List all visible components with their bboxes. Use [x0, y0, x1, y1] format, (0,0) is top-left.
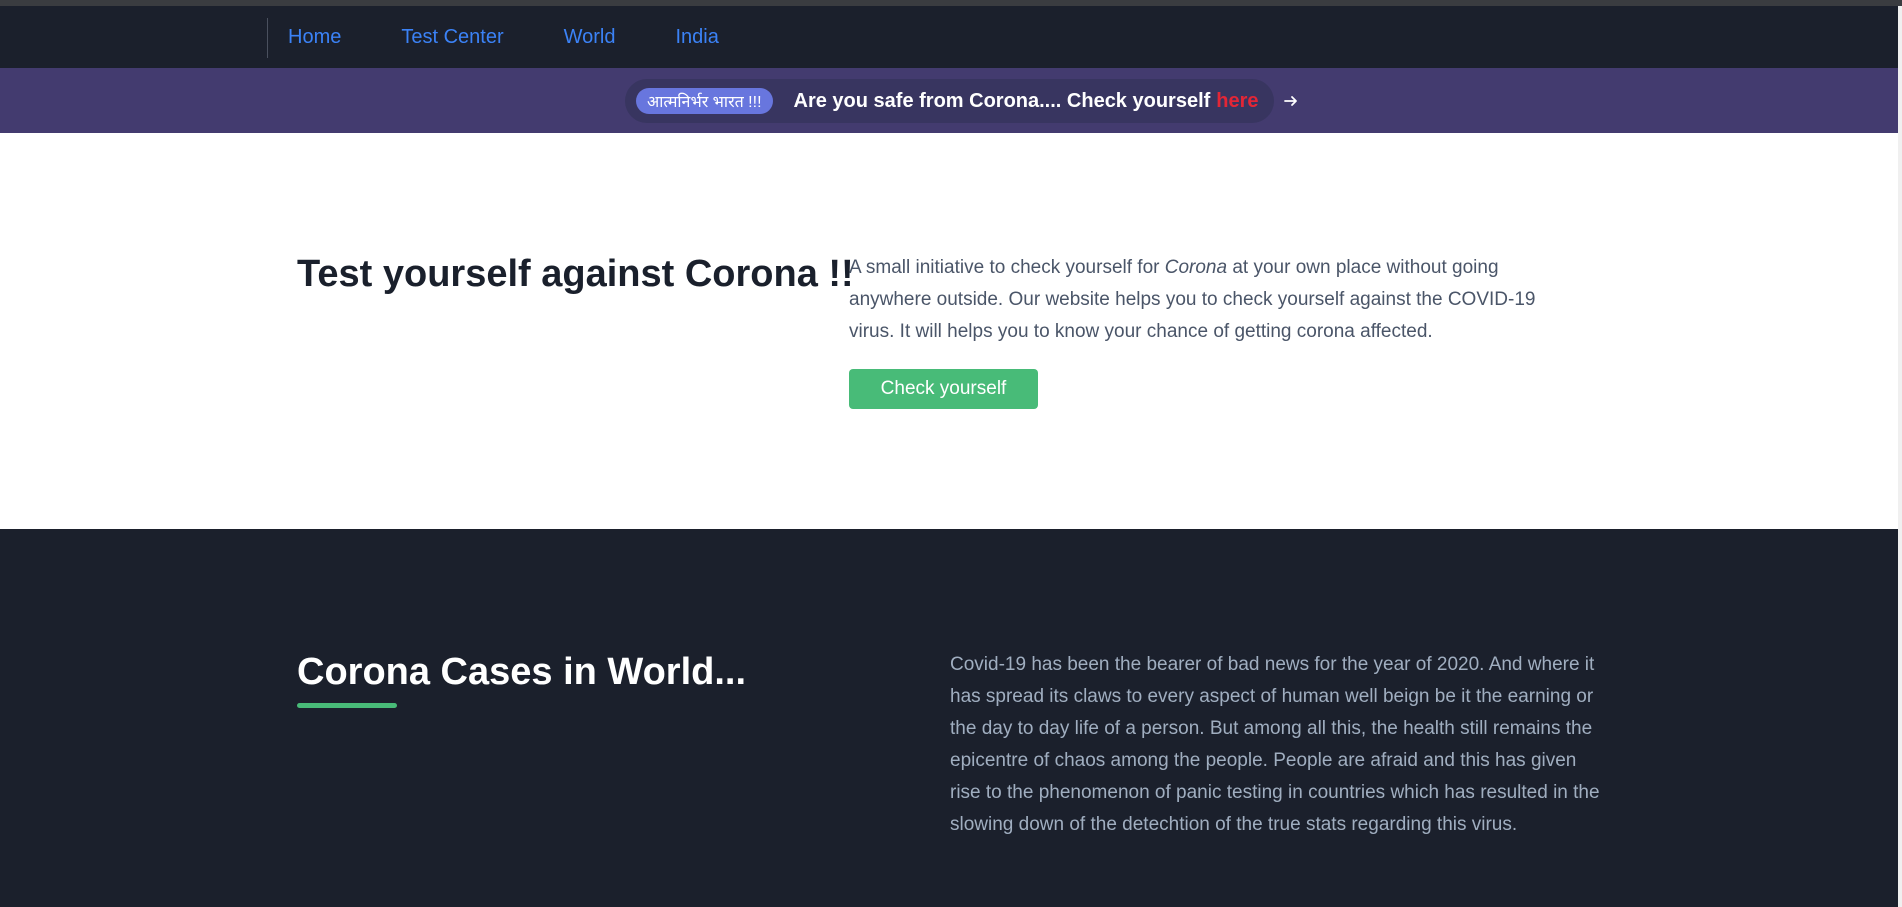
hero-description: A small initiative to check yourself for… [849, 252, 1569, 348]
title-underline [297, 703, 397, 708]
nav-links: Home Test Center World India [288, 6, 719, 68]
nav-link-home[interactable]: Home [288, 26, 341, 49]
announcement-text: Are you safe from Corona.... Check yours… [793, 89, 1211, 112]
announcement-banner: आत्मनिर्भर भारत !!! Are you safe from Co… [0, 68, 1898, 133]
navbar: Home Test Center World India [0, 6, 1898, 68]
page: Home Test Center World India आत्मनिर्भर … [0, 0, 1902, 907]
hero-description-start: A small initiative to check yourself for [849, 257, 1165, 278]
scrollbar-gutter [1898, 6, 1902, 907]
hero-title: Test yourself against Corona !! [297, 253, 854, 295]
hero-description-emphasis: Corona [1164, 257, 1228, 278]
nav-link-world[interactable]: World [564, 26, 616, 49]
world-cases-description: Covid-19 has been the bearer of bad news… [950, 654, 1600, 835]
nav-link-test-center[interactable]: Test Center [401, 26, 503, 49]
check-yourself-button[interactable]: Check yourself [849, 369, 1038, 409]
arrow-right-icon[interactable] [1283, 92, 1299, 110]
announcement-pill[interactable]: आत्मनिर्भर भारत !!! Are you safe from Co… [625, 79, 1297, 123]
hero-section: Test yourself against Corona !! A small … [0, 133, 1898, 529]
announcement-badge: आत्मनिर्भर भारत !!! [636, 88, 773, 114]
nav-divider [267, 18, 268, 58]
world-cases-section: Corona Cases in World... Covid-19 has be… [0, 529, 1902, 907]
nav-link-india[interactable]: India [676, 26, 719, 49]
announcement-here-link[interactable]: here [1216, 90, 1258, 113]
world-cases-title: Corona Cases in World... [297, 651, 747, 693]
